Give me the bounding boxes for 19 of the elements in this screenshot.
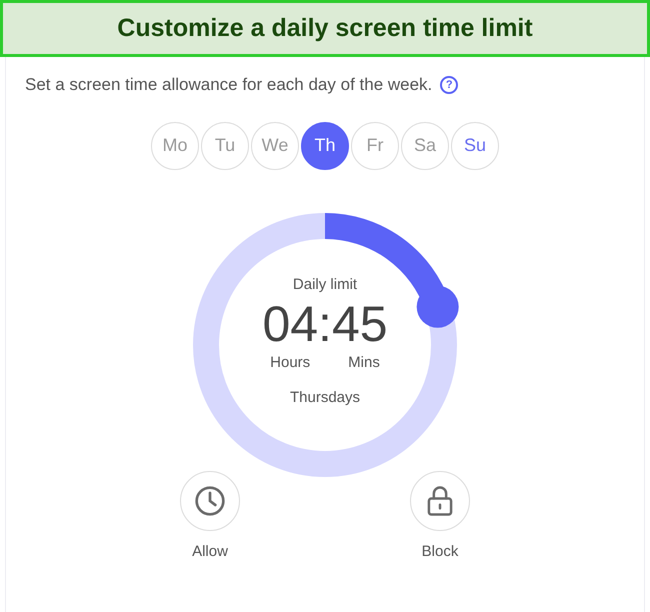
day-tab[interactable]: Fr [351, 122, 399, 170]
day-tab[interactable]: Tu [201, 122, 249, 170]
day-tab[interactable]: We [251, 122, 299, 170]
day-tab[interactable]: Th [301, 122, 349, 170]
intro-text: Set a screen time allowance for each day of the week. [25, 74, 432, 96]
action-label: Allow [192, 542, 228, 562]
hours-label: Hours [270, 353, 310, 374]
lock-icon [425, 484, 455, 516]
time-value: 04:45 [262, 296, 388, 352]
day-tab[interactable]: Su [451, 122, 499, 170]
help-icon[interactable]: ? [440, 76, 458, 94]
day-tab[interactable]: Mo [151, 122, 199, 170]
dial-caption: Daily limit [292, 274, 358, 295]
clock-icon [194, 484, 226, 516]
action-label: Block [422, 542, 458, 562]
banner-title: Customize a daily screen time limit [117, 12, 533, 44]
mins-label: Mins [348, 353, 380, 374]
day-tab[interactable]: Sa [401, 122, 449, 170]
day-label: Thursdays [290, 388, 360, 408]
